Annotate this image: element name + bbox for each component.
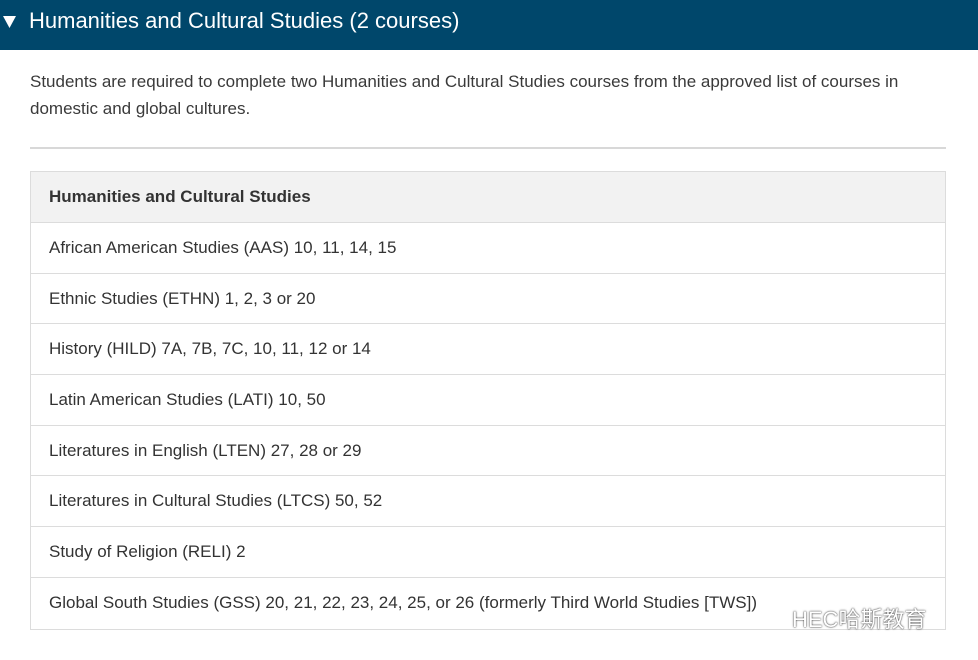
table-header-row: Humanities and Cultural Studies: [31, 172, 945, 223]
table-cell: Study of Religion (RELI) 2: [49, 541, 246, 561]
table-cell: Literatures in Cultural Studies (LTCS) 5…: [49, 491, 383, 511]
accordion-body: Students are required to complete two Hu…: [30, 68, 946, 122]
course-table: Humanities and Cultural Studies African …: [30, 171, 946, 630]
table-row: Literatures in Cultural Studies (LTCS) 5…: [31, 476, 945, 528]
table-cell: Literatures in English (LTEN) 27, 28 or …: [49, 440, 362, 460]
table-row: Literatures in English (LTEN) 27, 28 or …: [31, 426, 945, 477]
table-header: Humanities and Cultural Studies: [49, 187, 311, 206]
table-row: Latin American Studies (LATI) 10, 50: [31, 375, 945, 426]
table-row: History (HILD) 7A, 7B, 7C, 10, 11, 12 or…: [31, 324, 945, 376]
table-row: African American Studies (AAS) 10, 11, 1…: [31, 223, 945, 274]
table-row: Study of Religion (RELI) 2: [31, 527, 945, 578]
watermark-text: HEC哈斯教育: [792, 607, 927, 632]
accordion-title: Humanities and Cultural Studies (2 cours…: [29, 8, 460, 33]
divider: [30, 147, 946, 149]
accordion-header[interactable]: Humanities and Cultural Studies (2 cours…: [0, 0, 978, 50]
table-cell: Ethnic Studies (ETHN) 1, 2, 3 or 20: [49, 288, 316, 308]
wechat-icon: [756, 606, 785, 629]
table-cell: History (HILD) 7A, 7B, 7C, 10, 11, 12 or…: [49, 339, 371, 359]
table-cell: Global South Studies (GSS) 20, 21, 22, 2…: [49, 593, 758, 613]
table-row: Ethnic Studies (ETHN) 1, 2, 3 or 20: [31, 274, 945, 325]
watermark: HEC哈斯教育: [756, 602, 926, 634]
table-cell: African American Studies (AAS) 10, 11, 1…: [49, 237, 397, 257]
triangle-down-icon[interactable]: [3, 16, 16, 28]
table-cell: Latin American Studies (LATI) 10, 50: [49, 389, 326, 409]
intro-text: Students are required to complete two Hu…: [30, 72, 899, 118]
